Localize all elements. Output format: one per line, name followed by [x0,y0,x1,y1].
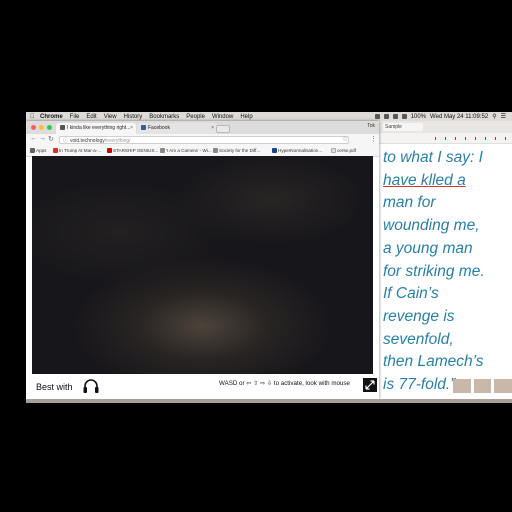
bookmark-label: In Trump At Mar-a-... [59,148,102,153]
background-window-tab[interactable]: Sample [383,123,423,131]
tab-label: I kinda like everything right... [67,125,131,131]
menu-file[interactable]: File [70,114,80,120]
zoom-window-button[interactable] [47,125,52,130]
background-window-ruler [375,133,512,144]
tab-strip: I kinda like everything right... × Faceb… [26,121,379,134]
poem-text: to what I say: I have klled a man for wo… [383,147,508,397]
headphones-icon [83,379,99,393]
bookmark-item[interactable]: HyperNormalisation... [272,148,322,154]
url-host: void.technology [70,138,105,144]
menu-people[interactable]: People [186,114,205,120]
wikipedia-icon [160,148,165,154]
tab-label: Facebook [148,125,170,131]
bookmark-star-icon[interactable]: ☆ [342,135,348,143]
profile-button[interactable]: Tok [367,123,375,129]
poem-line: then Lamech’s [383,353,484,371]
back-arrow-icon[interactable]: ← [30,135,37,142]
bookmark-label: 'I Am a Camera' - Wi... [166,148,212,153]
menu-edit[interactable]: Edit [86,114,96,120]
menu-chrome[interactable]: Chrome [40,114,63,120]
facebook-favicon-icon [141,125,146,131]
fullscreen-icon[interactable] [363,378,377,392]
controls-hint: WASD or ⇦ ⇧ ⇨ ⇩ to activate, look with m… [219,380,350,387]
poem-line: sevenfold, [383,330,454,348]
menu-window[interactable]: Window [212,114,233,120]
poem-line: If Cain’s [383,285,439,303]
bookmark-item[interactable]: 'I Am a Camera' - Wi... [160,148,212,154]
bookmark-label: HyperNormalisation... [278,148,323,153]
bookmark-label: Society for the Diff... [219,148,261,153]
poem-line: have klled a [383,171,466,189]
forward-arrow-icon[interactable]: → [39,135,46,142]
poem-line: revenge is [383,307,455,325]
poem-line: man for [383,194,436,212]
address-bar[interactable]: ⓘ void.technology/everything/ [59,136,349,144]
menu-history[interactable]: History [124,114,143,120]
dropbox-icon[interactable] [374,114,380,119]
pdf-file-icon [331,148,336,154]
battery-indicator[interactable]: 100% [411,114,426,120]
minimize-window-button[interactable] [39,125,44,130]
menu-bookmarks[interactable]: Bookmarks [149,114,179,120]
bookmark-item[interactable]: Society for the Diff... [213,148,260,154]
page-favicon-icon [60,125,65,131]
apps-grid-icon [30,148,35,154]
bookmark-favicon-icon [53,148,58,154]
bookmark-item[interactable]: STARSHIP GENIUS... [107,148,158,154]
poem-line: wounding me, [383,217,480,235]
new-tab-button[interactable] [216,125,230,133]
site-info-icon[interactable]: ⓘ [63,137,68,145]
spotlight-icon[interactable]: ⚲ [492,113,496,120]
youtube-icon [107,148,112,154]
status-icon[interactable] [383,114,389,119]
tab-void-technology[interactable]: I kinda like everything right... × [56,123,136,134]
background-document-window: Sample to what I say: I have klled a man… [375,121,512,399]
poem-line: to what I say: I [383,149,483,166]
bookmark-apps[interactable]: Apps [30,148,46,154]
bookmark-favicon-icon [272,148,277,154]
wifi-icon[interactable] [392,114,398,119]
poem-line: for striking me. [383,262,485,280]
webgl-viewport[interactable] [32,156,373,374]
close-tab-icon[interactable]: × [130,123,133,134]
url-path: /everything/ [104,138,131,144]
notification-center-icon[interactable]: ☰ [501,113,506,120]
menu-view[interactable]: View [104,114,117,120]
bookmark-label: STARSHIP GENIUS... [113,148,159,153]
wikipedia-icon [213,148,218,154]
apple-menu-icon[interactable]:  [30,114,40,120]
chrome-window: I kinda like everything right... × Faceb… [26,121,379,399]
bookmark-item[interactable]: cerse.pdf [331,148,356,154]
bookmark-label: Apps [36,148,47,153]
close-tab-icon[interactable]: × [211,123,214,134]
volume-icon[interactable] [401,114,407,119]
bookmark-label: cerse.pdf [337,148,356,153]
thumbnail-strip [453,379,512,393]
page-footer-bar: Best with WASD or ⇦ ⇧ ⇨ ⇩ to activate, l… [26,374,379,399]
close-window-button[interactable] [31,125,36,130]
reload-icon[interactable]: ↻ [48,135,54,143]
menu-help[interactable]: Help [240,114,252,120]
mac-menu-bar:  Chrome File Edit View History Bookmark… [26,112,512,121]
menubar-clock[interactable]: Wed May 24 11:09:52 [430,114,488,120]
chrome-menu-icon[interactable]: ⋮ [370,135,377,143]
bookmark-item[interactable]: In Trump At Mar-a-... [53,148,101,154]
tab-facebook[interactable]: Facebook × [137,123,217,134]
desktop-dock-strip [26,399,512,403]
best-with-label: Best with [36,382,73,392]
poem-line: a young man [383,239,473,257]
